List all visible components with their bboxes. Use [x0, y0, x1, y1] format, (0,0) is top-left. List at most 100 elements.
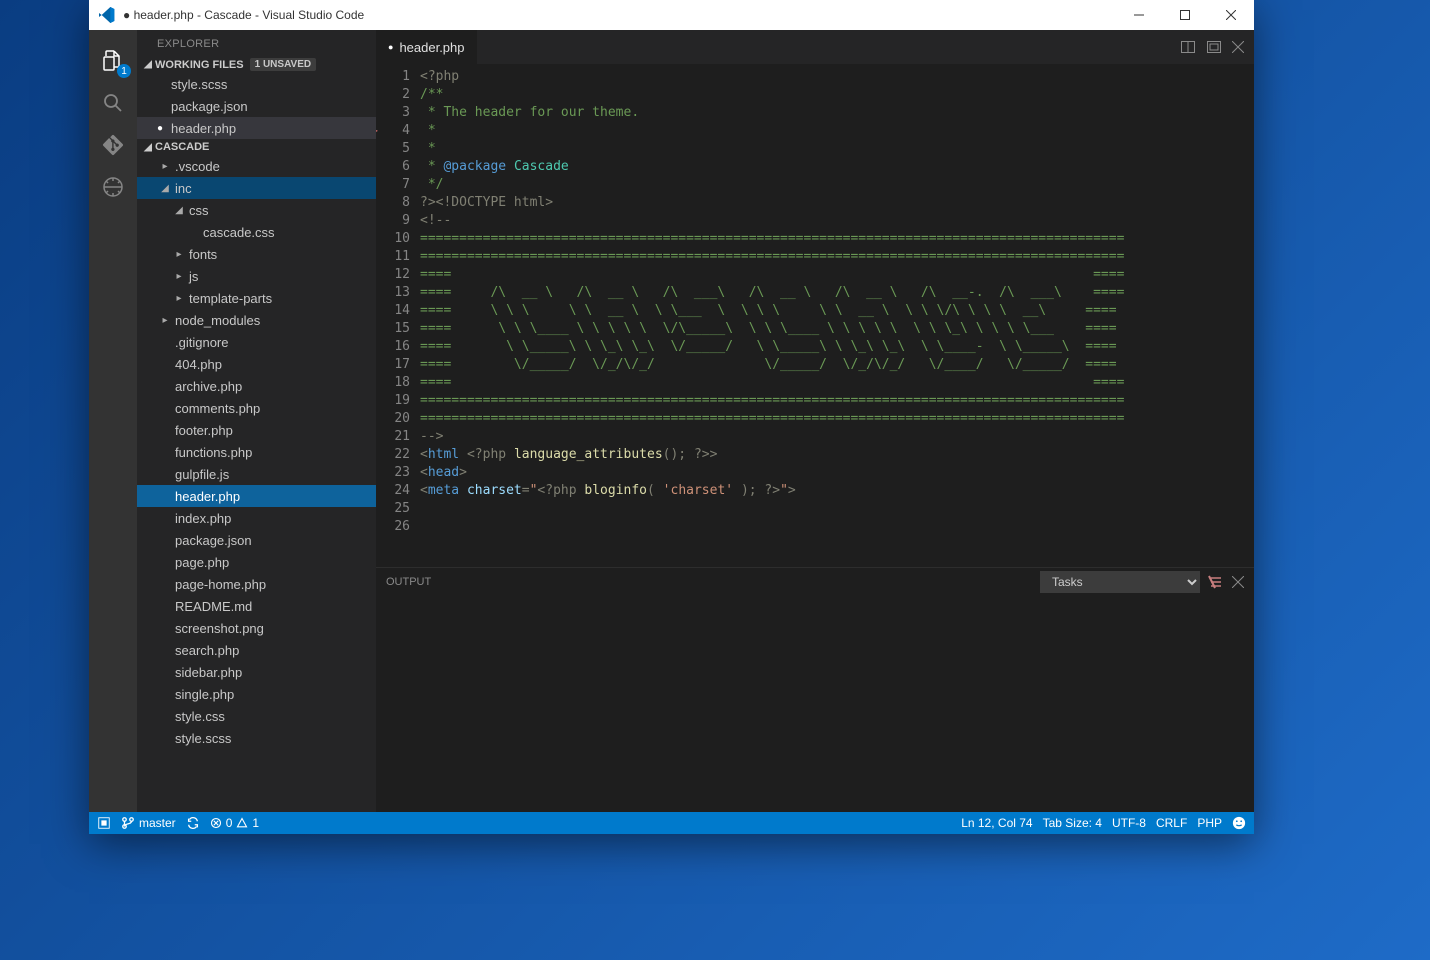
chevron-down-icon: ◢ — [141, 59, 155, 70]
tree-file[interactable]: comments.php — [137, 397, 376, 419]
minimap[interactable] — [1244, 64, 1254, 567]
status-bar: master 0 1 Ln 12, Col 74 Tab Size: 4 UTF… — [89, 812, 1254, 834]
file-label: package.json — [171, 99, 248, 114]
tree-file[interactable]: page.php — [137, 551, 376, 573]
tree-label: page-home.php — [175, 577, 266, 592]
activity-git[interactable] — [89, 124, 137, 166]
split-editor-icon[interactable] — [1180, 39, 1196, 55]
tree-file[interactable]: 404.php — [137, 353, 376, 375]
tree-label: page.php — [175, 555, 229, 570]
output-panel: OUTPUT Tasks — [376, 567, 1254, 812]
tree-file[interactable]: sidebar.php — [137, 661, 376, 683]
tree-file[interactable]: page-home.php — [137, 573, 376, 595]
tree-label: style.css — [175, 709, 225, 724]
tree-label: template-parts — [189, 291, 272, 306]
clear-output-icon[interactable] — [1208, 574, 1224, 590]
tree-folder[interactable]: ◢ css — [137, 199, 376, 221]
app-window: ● header.php - Cascade - Visual Studio C… — [89, 0, 1254, 834]
tree-file[interactable]: gulpfile.js — [137, 463, 376, 485]
tree-file[interactable]: functions.php — [137, 441, 376, 463]
output-channel-select[interactable]: Tasks — [1040, 571, 1200, 593]
tree-label: style.scss — [175, 731, 231, 746]
status-lang[interactable]: PHP — [1197, 816, 1222, 830]
window-title: ● header.php - Cascade - Visual Studio C… — [123, 8, 1116, 22]
maximize-button[interactable] — [1162, 0, 1208, 30]
tree-folder[interactable]: ▸node_modules — [137, 309, 376, 331]
project-header[interactable]: ◢ CASCADE — [137, 139, 376, 155]
tree-file[interactable]: cascade.css — [137, 221, 376, 243]
close-all-icon[interactable] — [1232, 41, 1244, 53]
tree-file[interactable]: archive.php — [137, 375, 376, 397]
tree-file[interactable]: footer.php — [137, 419, 376, 441]
tree-label: screenshot.png — [175, 621, 264, 636]
tree-folder[interactable]: ▸js — [137, 265, 376, 287]
status-sync-icon[interactable] — [186, 816, 200, 830]
tab-bar: ● header.php — [376, 30, 1254, 64]
activity-search[interactable] — [89, 82, 137, 124]
tree-file[interactable]: package.json — [137, 529, 376, 551]
tree-label: fonts — [189, 247, 217, 262]
tree-file[interactable]: .gitignore — [137, 331, 376, 353]
file-label: style.scss — [171, 77, 227, 92]
tree-file[interactable]: screenshot.png — [137, 617, 376, 639]
tree-file[interactable]: header.php — [137, 485, 376, 507]
tree-file[interactable]: style.css — [137, 705, 376, 727]
status-remote-icon[interactable] — [97, 816, 111, 830]
status-problems[interactable]: 0 1 — [210, 816, 259, 830]
chevron-right-icon: ▸ — [173, 293, 185, 304]
working-files-list: style.scss package.json ● header.php — [137, 73, 376, 139]
tree-label: css — [189, 203, 209, 218]
activity-debug[interactable] — [89, 166, 137, 208]
tree-label: footer.php — [175, 423, 233, 438]
editor-tab[interactable]: ● header.php — [376, 30, 478, 64]
status-encoding[interactable]: UTF-8 — [1112, 816, 1146, 830]
status-cursor[interactable]: Ln 12, Col 74 — [961, 816, 1032, 830]
project-label: CASCADE — [155, 141, 209, 153]
tree-folder[interactable]: ▸ fonts — [137, 243, 376, 265]
minimize-button[interactable] — [1116, 0, 1162, 30]
working-file-item[interactable]: ● header.php — [137, 117, 376, 139]
project-tree: ▸.vscode◢inc◢csscascade.css▸fonts▸js▸tem… — [137, 155, 376, 812]
tree-label: js — [189, 269, 198, 284]
code-content[interactable]: <?php/** * The header for our theme. * *… — [420, 64, 1244, 567]
tree-folder[interactable]: ▸ template-parts — [137, 287, 376, 309]
status-branch[interactable]: master — [121, 816, 176, 830]
tree-label: sidebar.php — [175, 665, 242, 680]
tree-label: inc — [175, 181, 192, 196]
chevron-right-icon: ▸ — [173, 249, 185, 260]
tree-file[interactable]: single.php — [137, 683, 376, 705]
chevron-down-icon: ◢ — [173, 205, 185, 216]
dirty-dot-icon: ● — [155, 123, 165, 134]
tree-file[interactable]: README.md — [137, 595, 376, 617]
activity-explorer[interactable]: 1 — [89, 40, 137, 82]
unsaved-badge: 1 UNSAVED — [250, 58, 317, 71]
tree-label: package.json — [175, 533, 252, 548]
titlebar: ● header.php - Cascade - Visual Studio C… — [89, 0, 1254, 30]
working-files-header[interactable]: ◢ WORKING FILES 1 UNSAVED — [137, 56, 376, 73]
status-eol[interactable]: CRLF — [1156, 816, 1187, 830]
working-file-item[interactable]: package.json — [137, 95, 376, 117]
more-icon[interactable] — [1206, 39, 1222, 55]
editor-body[interactable]: 1234▸56789101112131415161718192021222324… — [376, 64, 1254, 567]
tree-file[interactable]: style.scss — [137, 727, 376, 749]
tree-label: index.php — [175, 511, 231, 526]
chevron-right-icon: ▸ — [159, 315, 171, 326]
chevron-right-icon: ▸ — [159, 161, 171, 172]
tree-file[interactable]: index.php — [137, 507, 376, 529]
tab-label: header.php — [399, 40, 464, 55]
close-button[interactable] — [1208, 0, 1254, 30]
tree-label: single.php — [175, 687, 234, 702]
status-tabsize[interactable]: Tab Size: 4 — [1043, 816, 1102, 830]
tree-label: search.php — [175, 643, 239, 658]
tree-folder[interactable]: ▸.vscode — [137, 155, 376, 177]
tree-folder[interactable]: ◢ inc — [137, 177, 376, 199]
status-feedback-icon[interactable] — [1232, 816, 1246, 830]
editor-area: ● header.php 1234▸5678910111213141516171… — [376, 30, 1254, 812]
tree-label: functions.php — [175, 445, 252, 460]
panel-close-icon[interactable] — [1232, 576, 1244, 588]
tree-file[interactable]: search.php — [137, 639, 376, 661]
tree-label: archive.php — [175, 379, 242, 394]
file-label: header.php — [171, 121, 236, 136]
chevron-down-icon: ◢ — [159, 183, 171, 194]
working-file-item[interactable]: style.scss — [137, 73, 376, 95]
